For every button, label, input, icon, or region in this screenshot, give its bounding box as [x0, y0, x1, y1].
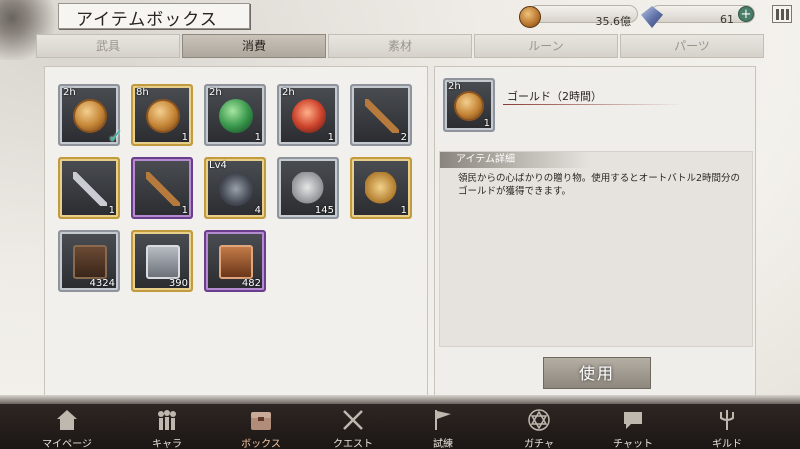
item-level: Lv4 — [209, 160, 227, 171]
item-slot[interactable]: 1 — [131, 157, 193, 219]
nav-label: チャット — [613, 439, 653, 449]
nav-mypage[interactable]: マイページ — [22, 404, 112, 449]
nav-guild[interactable]: ギルド — [682, 404, 772, 449]
item-count: 390 — [168, 278, 188, 289]
item-count: 2 — [400, 132, 407, 143]
item-slot[interactable]: 145 — [277, 157, 339, 219]
item-slot[interactable]: 390 — [131, 230, 193, 292]
item-description-box: アイテム詳細 領民からの心ばかりの贈り物。使用するとオートバトル2時間分のゴール… — [439, 151, 753, 347]
emblem-icon — [219, 172, 253, 206]
item-slot[interactable]: 2 — [350, 84, 412, 146]
coin-counter: 35.6億 — [519, 5, 638, 28]
gem-value: 61 — [720, 13, 734, 26]
gold-coin-icon — [146, 99, 180, 133]
dark-chest-icon — [73, 245, 107, 279]
nav-label: ガチャ — [524, 439, 554, 449]
tab-parts[interactable]: パーツ — [620, 34, 764, 58]
item-count: 482 — [241, 278, 261, 289]
bronze-key-icon — [146, 172, 180, 206]
item-timer: 2h — [209, 87, 222, 98]
detail-item-name: ゴールド（2時間） — [507, 90, 602, 103]
silver-scrap-icon — [292, 172, 326, 206]
nav-gacha[interactable]: ガチャ — [494, 404, 584, 449]
item-count: 1 — [181, 205, 188, 216]
name-underline — [503, 104, 683, 105]
tab-runes[interactable]: ルーン — [474, 34, 618, 58]
item-timer: 2h — [63, 87, 76, 98]
coin-value: 35.6億 — [595, 15, 632, 28]
item-slot[interactable]: 4324 — [58, 230, 120, 292]
item-count: 1 — [254, 132, 261, 143]
tab-consumables[interactable]: 消費 — [182, 34, 326, 58]
item-slot[interactable]: 2h 1 — [204, 84, 266, 146]
item-slot[interactable]: 8h 1 — [131, 84, 193, 146]
use-button[interactable]: 使用 — [543, 357, 651, 389]
item-timer: 8h — [136, 87, 149, 98]
item-count: 4324 — [89, 278, 115, 289]
nav-trial[interactable]: 試練 — [398, 404, 488, 449]
item-slot[interactable]: 2h 1 — [277, 84, 339, 146]
nav-label: 試練 — [433, 439, 453, 449]
red-orb-icon — [292, 99, 326, 133]
item-detail-panel: 2h 1 ゴールド（2時間） アイテム詳細 領民からの心ばかりの贈り物。使用する… — [434, 66, 756, 398]
selected-check-icon: ✓ — [107, 124, 124, 148]
gold-coin-icon — [454, 91, 484, 121]
nav-label: ボックス — [241, 439, 281, 449]
page-title: アイテムボックス — [76, 10, 218, 30]
nav-chat[interactable]: チャット — [588, 404, 678, 449]
nav-characters[interactable]: キャラ — [122, 404, 212, 449]
nav-label: キャラ — [152, 439, 182, 449]
item-slot[interactable]: 482 — [204, 230, 266, 292]
tab-weapons[interactable]: 武具 — [36, 34, 180, 58]
add-gems-button[interactable]: + — [738, 6, 754, 22]
nav-label: クエスト — [333, 439, 373, 449]
nav-label: マイページ — [42, 439, 92, 449]
item-grid-panel: 2h ✓ 8h 1 2h 1 2h 1 2 1 1 Lv4 4 145 1 43… — [44, 66, 428, 398]
gold-coin-icon — [73, 99, 107, 133]
characters-icon — [158, 410, 176, 430]
chat-icon — [624, 412, 642, 429]
item-count: 1 — [483, 118, 490, 129]
home-icon — [57, 410, 77, 430]
item-count: 1 — [327, 132, 334, 143]
item-count: 145 — [314, 205, 334, 216]
item-count: 4 — [254, 205, 261, 216]
gold-scrap-icon — [365, 172, 399, 206]
bronze-key-icon — [365, 99, 399, 133]
item-slot[interactable]: Lv4 4 — [204, 157, 266, 219]
item-timer: 2h — [448, 81, 461, 92]
trident-icon — [720, 410, 734, 430]
green-orb-icon — [219, 99, 253, 133]
tab-materials[interactable]: 素材 — [328, 34, 472, 58]
item-count: 1 — [108, 205, 115, 216]
item-count: 1 — [400, 205, 407, 216]
item-slot[interactable]: 1 — [350, 157, 412, 219]
item-description: 領民からの心ばかりの贈り物。使用するとオートバトル2時間分のゴールドが獲得できま… — [458, 173, 741, 197]
item-count: 1 — [181, 132, 188, 143]
nav-label: ギルド — [712, 439, 742, 449]
crossed-swords-icon — [343, 410, 363, 430]
description-heading: アイテム詳細 — [440, 152, 590, 168]
coin-icon — [519, 6, 541, 28]
flag-icon — [435, 410, 451, 430]
item-slot[interactable]: 2h ✓ — [58, 84, 124, 148]
nav-box[interactable]: ボックス — [216, 404, 306, 449]
box-icon — [251, 412, 271, 430]
menu-icon[interactable] — [772, 5, 792, 23]
copper-chest-icon — [219, 245, 253, 279]
detail-item-slot: 2h 1 — [443, 78, 495, 132]
silver-key-icon — [73, 172, 107, 206]
nav-quest[interactable]: クエスト — [308, 404, 398, 449]
silver-chest-icon — [146, 245, 180, 279]
item-slot[interactable]: 1 — [58, 157, 120, 219]
item-timer: 2h — [282, 87, 295, 98]
hexagram-icon — [528, 409, 550, 431]
